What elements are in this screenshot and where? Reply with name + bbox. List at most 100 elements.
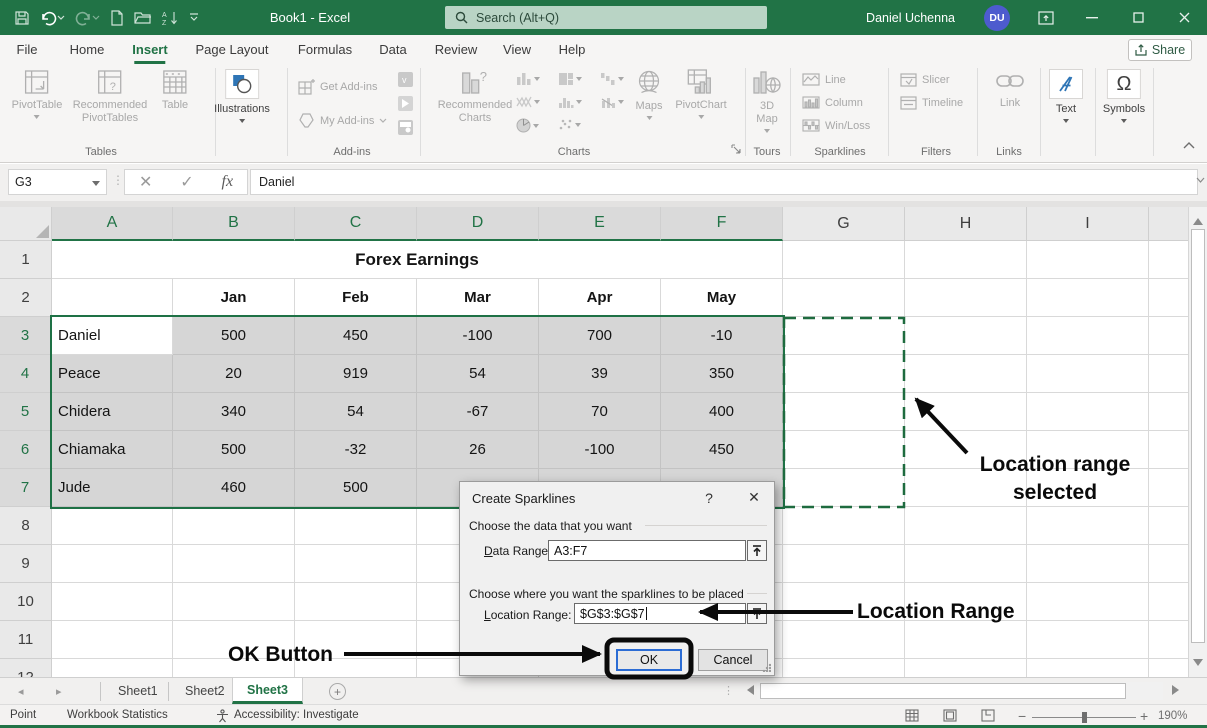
minimize-button[interactable] <box>1072 0 1112 35</box>
cell[interactable]: 460 <box>173 469 295 507</box>
column-chart-button[interactable] <box>516 72 540 86</box>
cell[interactable] <box>1027 279 1149 317</box>
cell[interactable]: -100 <box>417 317 539 355</box>
cell[interactable]: 500 <box>173 317 295 355</box>
cell[interactable] <box>295 507 417 545</box>
cell[interactable] <box>52 583 173 621</box>
hscroll-left-icon[interactable] <box>742 685 754 695</box>
customize-qat-icon[interactable] <box>189 13 199 22</box>
dialog-close-icon[interactable]: ✕ <box>743 489 765 506</box>
cell[interactable] <box>905 279 1027 317</box>
cell[interactable]: 54 <box>417 355 539 393</box>
line-chart-button[interactable] <box>516 95 540 109</box>
cell[interactable]: -67 <box>417 393 539 431</box>
cell-month[interactable]: Mar <box>417 279 539 317</box>
cell[interactable] <box>783 393 905 431</box>
cell[interactable] <box>783 317 905 355</box>
sheet-tab-sheet1[interactable]: Sheet1 <box>104 678 172 704</box>
cell[interactable] <box>1149 279 1188 317</box>
cell-month[interactable]: May <box>661 279 783 317</box>
cell[interactable] <box>905 393 1027 431</box>
cell-month[interactable]: Jan <box>173 279 295 317</box>
cell[interactable] <box>905 507 1027 545</box>
cell-month[interactable]: Feb <box>295 279 417 317</box>
cell[interactable]: 500 <box>173 431 295 469</box>
cell[interactable] <box>1027 507 1149 545</box>
cell[interactable] <box>173 545 295 583</box>
row-header[interactable]: 11 <box>0 621 52 659</box>
cell[interactable] <box>783 659 905 677</box>
cell-title[interactable]: Forex Earnings <box>52 241 783 279</box>
recommended-pivottables-button[interactable]: ? Recommended PivotTables <box>73 69 148 125</box>
cell[interactable]: -32 <box>295 431 417 469</box>
row-header[interactable]: 2 <box>0 279 52 317</box>
tab-formulas[interactable]: Formulas <box>298 35 352 64</box>
ribbon-display-options-icon[interactable] <box>1026 0 1066 35</box>
cell[interactable] <box>783 241 905 279</box>
cell[interactable] <box>1027 431 1149 469</box>
open-folder-icon[interactable] <box>134 10 152 25</box>
tab-file[interactable]: File <box>17 35 38 64</box>
cell[interactable] <box>1027 355 1149 393</box>
cell[interactable]: 350 <box>661 355 783 393</box>
cell[interactable]: Chiamaka <box>52 431 173 469</box>
tab-insert[interactable]: Insert <box>132 35 167 64</box>
cell[interactable]: Jude <box>52 469 173 507</box>
pivottable-button[interactable]: PivotTable <box>12 69 63 122</box>
column-header[interactable]: C <box>295 207 417 241</box>
row-header[interactable]: 8 <box>0 507 52 545</box>
data-range-input[interactable]: A3:F7 <box>548 540 746 561</box>
cell[interactable] <box>905 545 1027 583</box>
cell[interactable]: 26 <box>417 431 539 469</box>
cell[interactable]: 400 <box>661 393 783 431</box>
scatter-chart-button[interactable] <box>558 118 581 132</box>
tab-home[interactable]: Home <box>70 35 105 64</box>
row-header[interactable]: 9 <box>0 545 52 583</box>
location-range-picker-button[interactable] <box>747 603 767 624</box>
new-sheet-button[interactable]: + <box>329 683 346 700</box>
cell[interactable] <box>783 621 905 659</box>
cancel-button[interactable]: Cancel <box>698 649 768 671</box>
cell[interactable]: 450 <box>295 317 417 355</box>
my-addins-button[interactable]: My Add-ins <box>298 112 387 129</box>
undo-button[interactable] <box>40 10 65 26</box>
tab-review[interactable]: Review <box>435 35 478 64</box>
tab-scroll-divider[interactable]: ⋮ <box>723 684 734 697</box>
sheet-nav-right-icon[interactable]: ▸ <box>56 685 62 698</box>
normal-view-icon[interactable] <box>905 709 919 722</box>
cell[interactable] <box>1149 431 1188 469</box>
redo-button[interactable] <box>75 10 100 26</box>
user-name[interactable]: Daniel Uchenna <box>866 0 955 35</box>
zoom-in-icon[interactable]: + <box>1140 708 1148 724</box>
cell[interactable] <box>173 583 295 621</box>
cell[interactable] <box>1149 545 1188 583</box>
cell[interactable] <box>1027 659 1149 677</box>
cell[interactable] <box>1149 469 1188 507</box>
cell[interactable] <box>1149 355 1188 393</box>
pie-chart-button[interactable] <box>516 118 539 133</box>
cell[interactable] <box>173 507 295 545</box>
row-header[interactable]: 7 <box>0 469 52 507</box>
confirm-entry-icon[interactable]: ✓ <box>180 172 193 192</box>
sparkline-line-button[interactable]: Line <box>802 73 846 86</box>
share-button[interactable]: Share <box>1128 39 1192 61</box>
dialog-resize-grip[interactable] <box>762 663 771 672</box>
page-break-preview-icon[interactable] <box>981 709 995 722</box>
zoom-slider-thumb[interactable] <box>1082 712 1087 723</box>
cell[interactable]: 500 <box>295 469 417 507</box>
cell[interactable] <box>783 469 905 507</box>
expand-formula-bar-icon[interactable] <box>1196 177 1205 183</box>
cell[interactable]: 70 <box>539 393 661 431</box>
tab-help[interactable]: Help <box>559 35 586 64</box>
cell[interactable] <box>783 545 905 583</box>
cancel-entry-icon[interactable]: ✕ <box>139 172 152 192</box>
cell[interactable] <box>295 621 417 659</box>
close-button[interactable] <box>1164 0 1204 35</box>
cell[interactable] <box>52 279 173 317</box>
column-header[interactable]: H <box>905 207 1027 241</box>
sheet-tab-sheet3[interactable]: Sheet3 <box>232 678 303 704</box>
cell[interactable] <box>1149 507 1188 545</box>
cell[interactable] <box>1027 469 1149 507</box>
row-header[interactable]: 5 <box>0 393 52 431</box>
get-addins-button[interactable]: Get Add-ins <box>298 78 377 95</box>
